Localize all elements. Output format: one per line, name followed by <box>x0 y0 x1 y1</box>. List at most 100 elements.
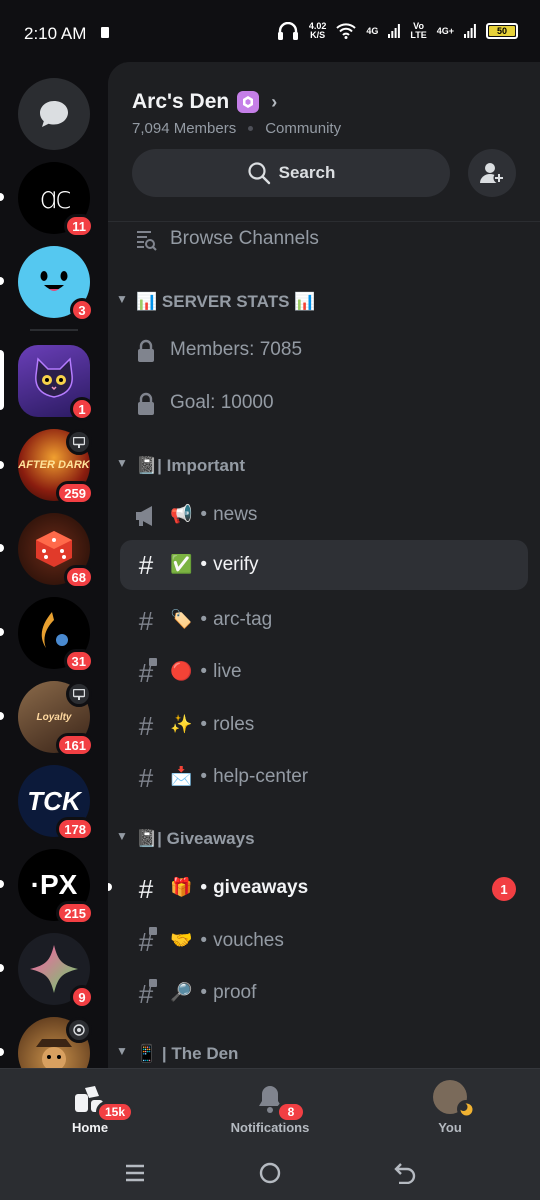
unread-indicator <box>108 883 112 891</box>
server-badge: 9 <box>70 985 94 1009</box>
menu-icon <box>126 1164 144 1182</box>
headphones-icon <box>277 22 298 40</box>
category-important[interactable]: ▼ 📓| Important <box>108 448 540 484</box>
chevron-down-icon: ▼ <box>116 456 128 470</box>
boost-icon <box>237 91 260 113</box>
channel-arc-tag[interactable]: # 🏷️ • arc-tag <box>108 597 540 643</box>
browse-list-icon <box>132 226 160 254</box>
server-badge: 3 <box>70 298 94 322</box>
dot-separator <box>248 126 254 131</box>
server-icon-after-dark[interactable]: AFTER DARK 259 <box>18 429 94 505</box>
server-header: Arc's Den › 7,094 Members Community Sear… <box>108 62 540 222</box>
server-icon-detective[interactable] <box>18 1017 92 1068</box>
channel-proof[interactable]: # 🔎 • proof <box>108 970 540 1016</box>
server-icon-dice[interactable]: 68 <box>18 513 94 589</box>
server-icon-smiley[interactable]: 3 <box>18 246 94 322</box>
server-rail: ɑc 11 3 1 AFTER DARK 259 68 31 Loyalty 1… <box>0 62 108 1068</box>
chevron-down-icon: ▼ <box>116 829 128 843</box>
stage-icon <box>66 429 92 455</box>
hashtag-icon: # <box>138 606 154 636</box>
add-user-icon <box>480 163 505 184</box>
tab-notifications[interactable]: 8 Notifications <box>220 1069 320 1149</box>
hashtag-locked-icon: # <box>132 927 160 956</box>
server-icon-star[interactable]: 9 <box>18 933 94 1009</box>
mention-badge: 1 <box>492 877 516 901</box>
server-badge: 31 <box>63 649 94 673</box>
channel-help-center[interactable]: # 📩 • help-center <box>108 754 540 800</box>
server-icon-px[interactable]: ·PX 215 <box>18 849 94 925</box>
selected-server-indicator <box>0 350 4 410</box>
status-bar: 2:10 AM 4.02 K/S 4G Vo LTE 4G+ 50 <box>0 0 540 62</box>
category-server-stats[interactable]: ▼ 📊 SERVER STATS 📊 <box>108 284 540 320</box>
unread-indicator <box>0 461 4 469</box>
channel-giveaways[interactable]: # 🎁 • giveaways 1 <box>108 865 540 911</box>
home-badge: 15k <box>96 1101 135 1123</box>
wifi-icon <box>336 23 357 39</box>
browse-channels-item[interactable]: Browse Channels <box>108 216 540 262</box>
channel-members-stat[interactable]: Members: 7085 <box>108 327 540 373</box>
unread-indicator <box>0 880 4 888</box>
server-meta: 7,094 Members Community <box>132 120 341 137</box>
hashtag-icon: # <box>138 763 154 793</box>
channel-goal-stat[interactable]: Goal: 10000 <box>108 380 540 426</box>
tab-home[interactable]: 15k Home <box>50 1069 135 1149</box>
search-button[interactable]: Search <box>132 149 450 197</box>
network-speed: 4.02 K/S <box>308 21 327 40</box>
chat-bubble-icon <box>40 101 68 127</box>
invite-members-button[interactable] <box>468 149 516 197</box>
server-badge: 161 <box>56 733 94 757</box>
circle-home-icon <box>259 1162 281 1184</box>
hashtag-locked-icon: # <box>132 658 160 687</box>
bottom-navigation: 15k Home 8 Notifications You <box>0 1068 540 1148</box>
notifications-badge: 8 <box>276 1101 306 1123</box>
back-icon <box>394 1163 416 1184</box>
announcement-icon <box>132 502 160 530</box>
server-badge: 215 <box>56 901 94 925</box>
direct-messages-button[interactable] <box>18 78 90 150</box>
chevron-right-icon: › <box>271 91 278 112</box>
server-icon-loyalty[interactable]: Loyalty 161 <box>18 681 94 757</box>
channel-roles[interactable]: # ✨ • roles <box>108 702 540 748</box>
category-the-den[interactable]: ▼ 📱 | The Den <box>108 1036 540 1068</box>
unread-indicator <box>0 544 4 552</box>
unread-indicator <box>0 712 4 720</box>
back-button[interactable] <box>390 1158 420 1188</box>
server-icon-cat[interactable]: 1 <box>18 345 94 421</box>
server-icon-ac[interactable]: ɑc 11 <box>18 162 94 238</box>
server-icon-flame[interactable]: 31 <box>18 597 94 673</box>
system-navigation-bar <box>0 1148 540 1200</box>
unread-indicator <box>0 964 4 972</box>
smiley-face-icon <box>40 271 68 291</box>
tab-you[interactable]: You <box>410 1069 490 1149</box>
channel-news[interactable]: 📢 • news <box>108 492 540 538</box>
server-badge: 178 <box>56 817 94 841</box>
rail-divider <box>30 329 78 331</box>
dice-icon <box>36 531 72 567</box>
chevron-down-icon: ▼ <box>116 1044 128 1058</box>
lock-icon <box>101 27 109 38</box>
lock-icon <box>132 337 160 365</box>
category-giveaways[interactable]: ▼ 📓| Giveaways <box>108 821 540 857</box>
stage-icon <box>66 681 92 707</box>
hashtag-locked-icon: # <box>132 979 160 1008</box>
search-icon <box>248 162 270 185</box>
clock: 2:10 AM <box>24 24 87 43</box>
server-badge: 1 <box>70 397 94 421</box>
community-label: Community <box>265 120 342 137</box>
home-system-button[interactable] <box>255 1158 285 1188</box>
unread-indicator <box>0 628 4 636</box>
signal-icon-2 <box>464 24 476 38</box>
recent-apps-button[interactable] <box>120 1158 150 1188</box>
channel-verify[interactable]: # ✅ • verify <box>120 540 528 590</box>
channel-vouches[interactable]: # 🤝 • vouches <box>108 918 540 964</box>
member-count: 7,094 Members <box>132 120 237 137</box>
server-icon-tck[interactable]: TCK 178 <box>18 765 94 841</box>
channel-panel: Arc's Den › 7,094 Members Community Sear… <box>108 62 540 1068</box>
chevron-down-icon: ▼ <box>116 292 128 306</box>
server-badge: 259 <box>56 481 94 505</box>
server-name-button[interactable]: Arc's Den › <box>132 90 277 114</box>
channel-live[interactable]: # 🔴 • live <box>108 649 540 695</box>
lock-icon <box>132 390 160 418</box>
battery-icon: 50 <box>486 23 518 39</box>
unread-indicator <box>0 277 4 285</box>
